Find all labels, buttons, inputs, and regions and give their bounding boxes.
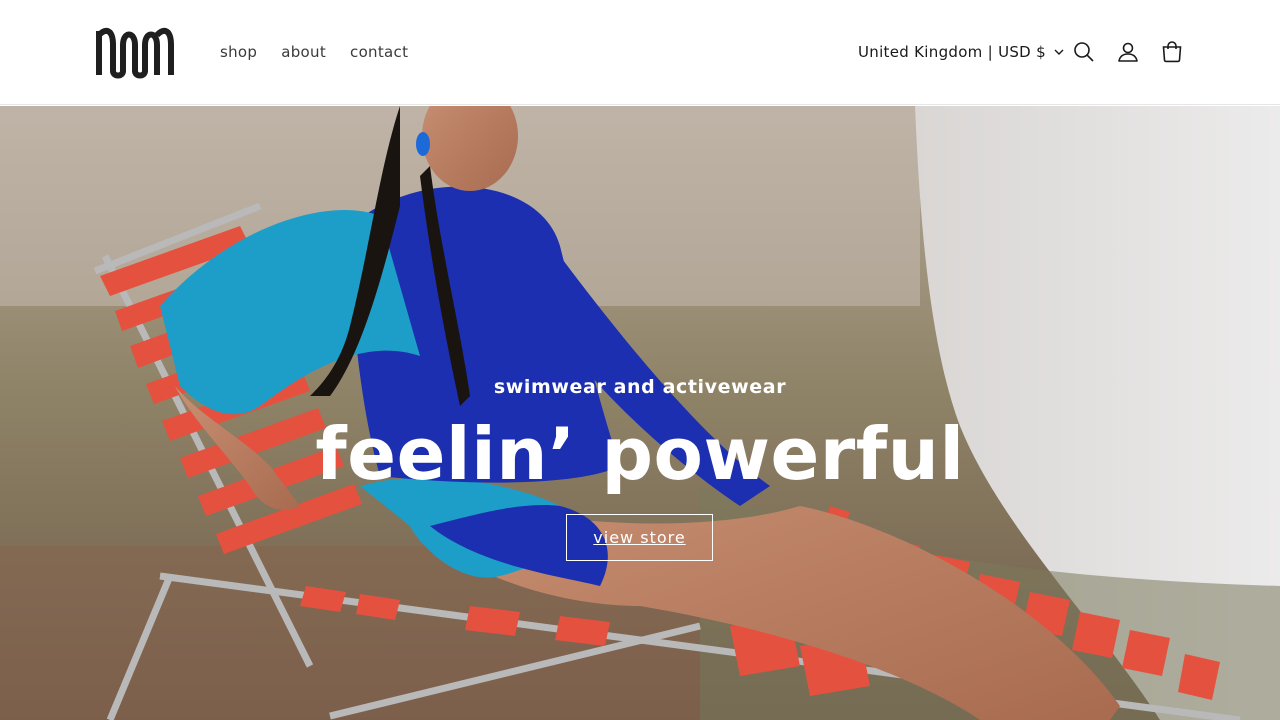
nav-shop[interactable]: shop — [220, 41, 257, 63]
cart-button[interactable] — [1160, 40, 1184, 64]
site-header: shop about contact United Kingdom | USD … — [0, 0, 1280, 105]
account-button[interactable] — [1116, 40, 1140, 64]
account-icon — [1118, 42, 1138, 62]
view-store-button[interactable]: view store — [566, 514, 713, 561]
logo-mark-icon — [96, 27, 174, 79]
search-button[interactable] — [1072, 40, 1096, 64]
search-icon — [1074, 42, 1094, 62]
cart-icon — [1162, 41, 1182, 63]
hero-banner: swimwear and activewear feelin’ powerful… — [0, 106, 1280, 720]
main-nav: shop about contact — [220, 41, 432, 63]
chevron-down-icon — [1054, 49, 1064, 55]
country-currency-selector[interactable]: United Kingdom | USD $ — [858, 41, 1064, 63]
locale-label: United Kingdom | USD $ — [858, 43, 1046, 61]
hero-title: feelin’ powerful — [315, 412, 965, 496]
nav-about[interactable]: about — [281, 41, 326, 63]
logo[interactable] — [96, 27, 174, 79]
nav-contact[interactable]: contact — [350, 41, 408, 63]
hero-subtitle: swimwear and activewear — [493, 376, 787, 398]
